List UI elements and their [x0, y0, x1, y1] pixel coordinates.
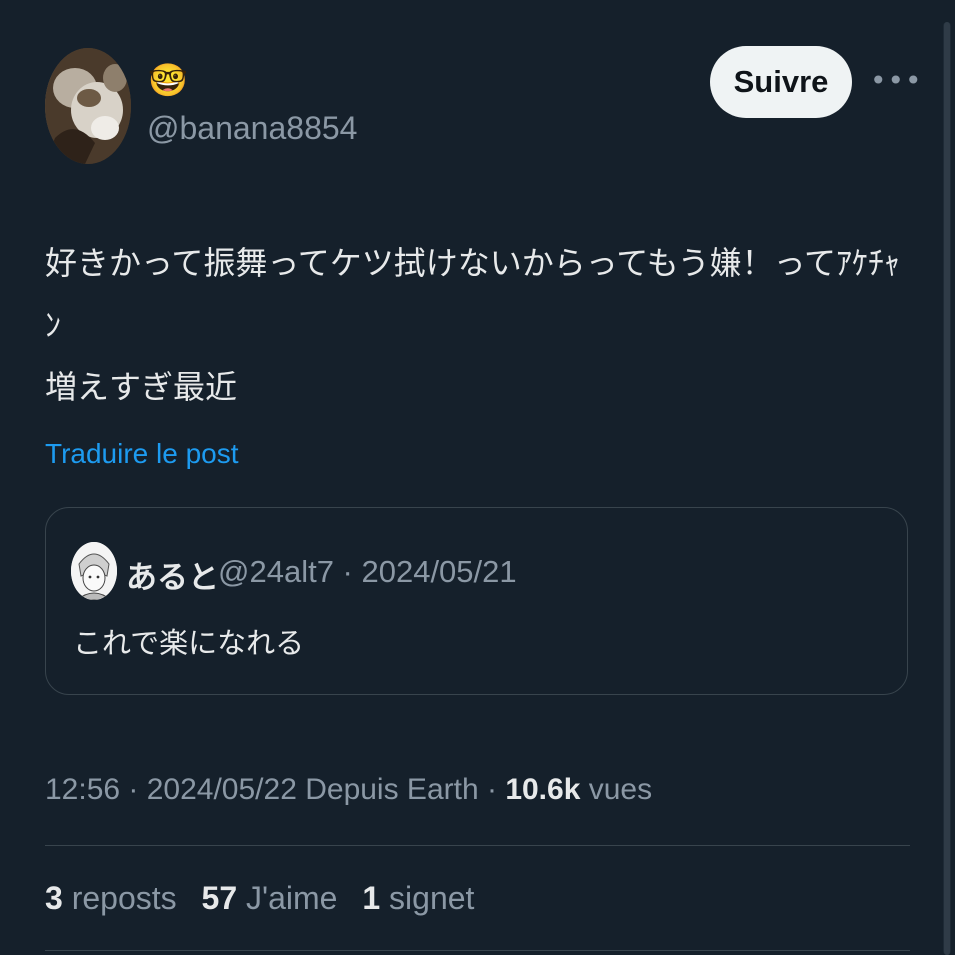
post-text: 好きかって振舞ってケツ拭けないからってもう嫌！ってｱｹﾁｬﾝ 増えすぎ最近 [45, 232, 915, 418]
likes-label: J'aime [246, 880, 338, 916]
quoted-author-meta: @24alt7 · 2024/05/21 [218, 554, 517, 589]
likes-count: 57 [201, 880, 238, 916]
follow-button[interactable]: Suivre [710, 46, 852, 118]
quoted-post-text: これで楽になれる [73, 626, 305, 660]
post-metadata: 12:56 · 2024/05/22 Depuis Earth · 10.6k … [45, 773, 652, 807]
divider [45, 950, 910, 951]
timestamp-source[interactable]: 12:56 · 2024/05/22 Depuis Earth · [45, 773, 505, 806]
translate-post-link[interactable]: Traduire le post [45, 438, 239, 470]
divider [45, 845, 910, 846]
reposts-count: 3 [45, 880, 63, 916]
post-text-line: 好きかって振舞ってケツ拭けないからってもう嫌！ってｱｹﾁｬﾝ [45, 244, 901, 344]
likes-stat[interactable]: 57 J'aime [202, 880, 338, 916]
bookmarks-stat[interactable]: 1 signet [362, 880, 474, 916]
reposts-label: reposts [71, 880, 177, 916]
scrollbar[interactable] [943, 22, 951, 955]
engagement-stats: 3 reposts 57 J'aime 1 signet [45, 880, 490, 917]
quoted-author-avatar[interactable] [71, 542, 117, 600]
scrollbar-thumb[interactable] [944, 22, 950, 955]
quoted-author-name[interactable]: あると [126, 552, 219, 597]
bookmarks-label: signet [389, 880, 475, 916]
author-emoji: 🤓 [148, 61, 188, 99]
reposts-stat[interactable]: 3 reposts [45, 880, 177, 916]
quoted-post-card[interactable]: あると @24alt7 · 2024/05/21 これで楽になれる [45, 507, 908, 695]
views-label: vues [580, 773, 653, 806]
author-handle[interactable]: @banana8854 [147, 110, 357, 147]
author-avatar[interactable] [45, 48, 131, 164]
bookmarks-count: 1 [362, 880, 381, 916]
post-text-line: 増えすぎ最近 [45, 368, 238, 406]
more-options-icon[interactable]: ••• [870, 66, 922, 96]
views-count: 10.6k [505, 773, 581, 806]
